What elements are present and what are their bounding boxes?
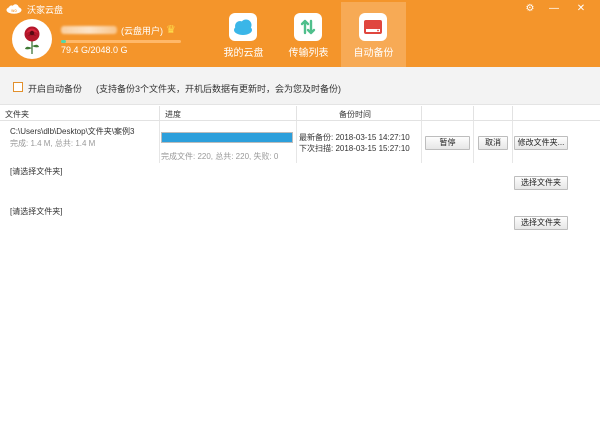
settings-gear-icon[interactable]: ⚙ <box>522 2 538 16</box>
select-folder-button[interactable]: 选择文件夹 <box>514 176 568 190</box>
app-title: 沃家云盘 <box>27 5 64 15</box>
username-row: (云盘用户) ♛ <box>61 24 191 36</box>
tab-label: 我的云盘 <box>223 48 264 59</box>
table-header <box>0 106 600 121</box>
folder-placeholder: [请选择文件夹] <box>10 167 63 176</box>
tab-transfer-list[interactable]: 传输列表 <box>276 2 341 67</box>
user-type-label: (云盘用户) <box>121 26 163 36</box>
column-divider <box>473 106 474 121</box>
tab-auto-backup[interactable]: 自动备份 <box>341 2 406 67</box>
column-header-time: 备份时间 <box>339 110 371 119</box>
backup-options-bar: 开启自动备份 (支持备份3个文件夹，开机后数据有更新时，会为您及时备份) <box>0 67 600 105</box>
folder-path: C:\Users\dlb\Desktop\文件夹\案例3 <box>10 127 135 136</box>
column-divider <box>421 106 422 121</box>
row-divider <box>512 121 513 163</box>
backup-progress-bar <box>161 132 293 143</box>
transfer-icon <box>294 13 322 41</box>
close-button[interactable]: ✕ <box>573 2 589 16</box>
folder-placeholder: [请选择文件夹] <box>10 207 63 216</box>
blurred-username <box>61 26 117 34</box>
storage-usage-fill <box>61 40 66 43</box>
app-header: wo 沃家云盘 ⚙ — ✕ (云盘用户) ♛ 79.4 G/2048.0 G 我… <box>0 0 600 67</box>
row-divider <box>296 121 297 163</box>
column-divider <box>159 106 160 121</box>
crown-icon: ♛ <box>166 24 176 36</box>
next-scan-time: 下次扫描: 2018-03-15 15:27:10 <box>299 144 410 153</box>
select-folder-button[interactable]: 选择文件夹 <box>514 216 568 230</box>
tab-label: 传输列表 <box>288 48 329 59</box>
auto-backup-hint: (支持备份3个文件夹，开机后数据有更新时，会为您及时备份) <box>96 84 342 94</box>
backup-drive-icon <box>359 13 387 41</box>
backup-progress-fill <box>162 133 292 142</box>
tab-label: 自动备份 <box>353 48 394 59</box>
row-divider <box>421 121 422 163</box>
auto-backup-label: 开启自动备份 <box>28 84 83 94</box>
column-divider <box>296 106 297 121</box>
svg-text:wo: wo <box>11 8 17 13</box>
app-logo-icon: wo <box>6 4 22 14</box>
auto-backup-checkbox[interactable] <box>13 82 23 92</box>
row-divider <box>159 121 160 163</box>
last-backup-time: 最新备份: 2018-03-15 14:27:10 <box>299 133 410 142</box>
storage-text: 79.4 G/2048.0 G <box>61 45 128 55</box>
column-divider <box>512 106 513 121</box>
modify-folder-button[interactable]: 修改文件夹... <box>514 136 568 150</box>
cancel-button[interactable]: 取消 <box>478 136 508 150</box>
tab-my-cloud[interactable]: 我的云盘 <box>211 2 276 67</box>
row-divider <box>473 121 474 163</box>
rose-avatar-icon <box>24 26 40 54</box>
avatar[interactable] <box>12 19 52 59</box>
column-header-progress: 进度 <box>165 110 181 119</box>
folder-size: 完成: 1.4 M, 总共: 1.4 M <box>10 139 96 148</box>
column-header-folder: 文件夹 <box>5 110 29 119</box>
minimize-button[interactable]: — <box>546 2 562 16</box>
cloud-icon <box>229 13 257 41</box>
storage-usage-bar <box>61 40 181 43</box>
pause-button[interactable]: 暂停 <box>425 136 470 150</box>
progress-text: 完成文件: 220, 总共: 220, 失败: 0 <box>161 152 279 161</box>
